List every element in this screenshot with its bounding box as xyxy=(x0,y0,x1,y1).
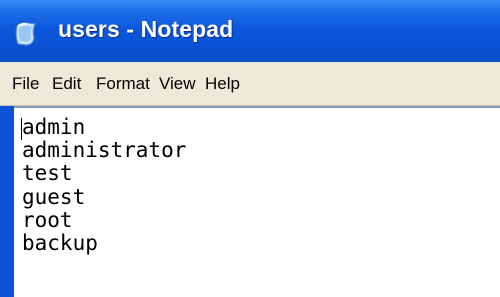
window-title: users - Notepad xyxy=(58,16,234,42)
menu-help[interactable]: Help xyxy=(205,74,240,94)
title-bar[interactable]: users - Notepad xyxy=(0,0,500,62)
editor-content[interactable]: admin administrator test guest root back… xyxy=(22,115,186,255)
text-editor-area[interactable]: admin administrator test guest root back… xyxy=(14,106,500,297)
text-caret xyxy=(21,118,22,140)
menu-edit[interactable]: Edit xyxy=(52,74,81,94)
notepad-window: users - Notepad File Edit Format View He… xyxy=(0,0,500,297)
menu-format[interactable]: Format xyxy=(96,74,150,94)
window-left-border xyxy=(0,106,14,297)
notepad-icon xyxy=(12,20,40,48)
menu-view[interactable]: View xyxy=(159,74,196,94)
menu-bar: File Edit Format View Help xyxy=(0,62,500,106)
menu-file[interactable]: File xyxy=(12,74,39,94)
